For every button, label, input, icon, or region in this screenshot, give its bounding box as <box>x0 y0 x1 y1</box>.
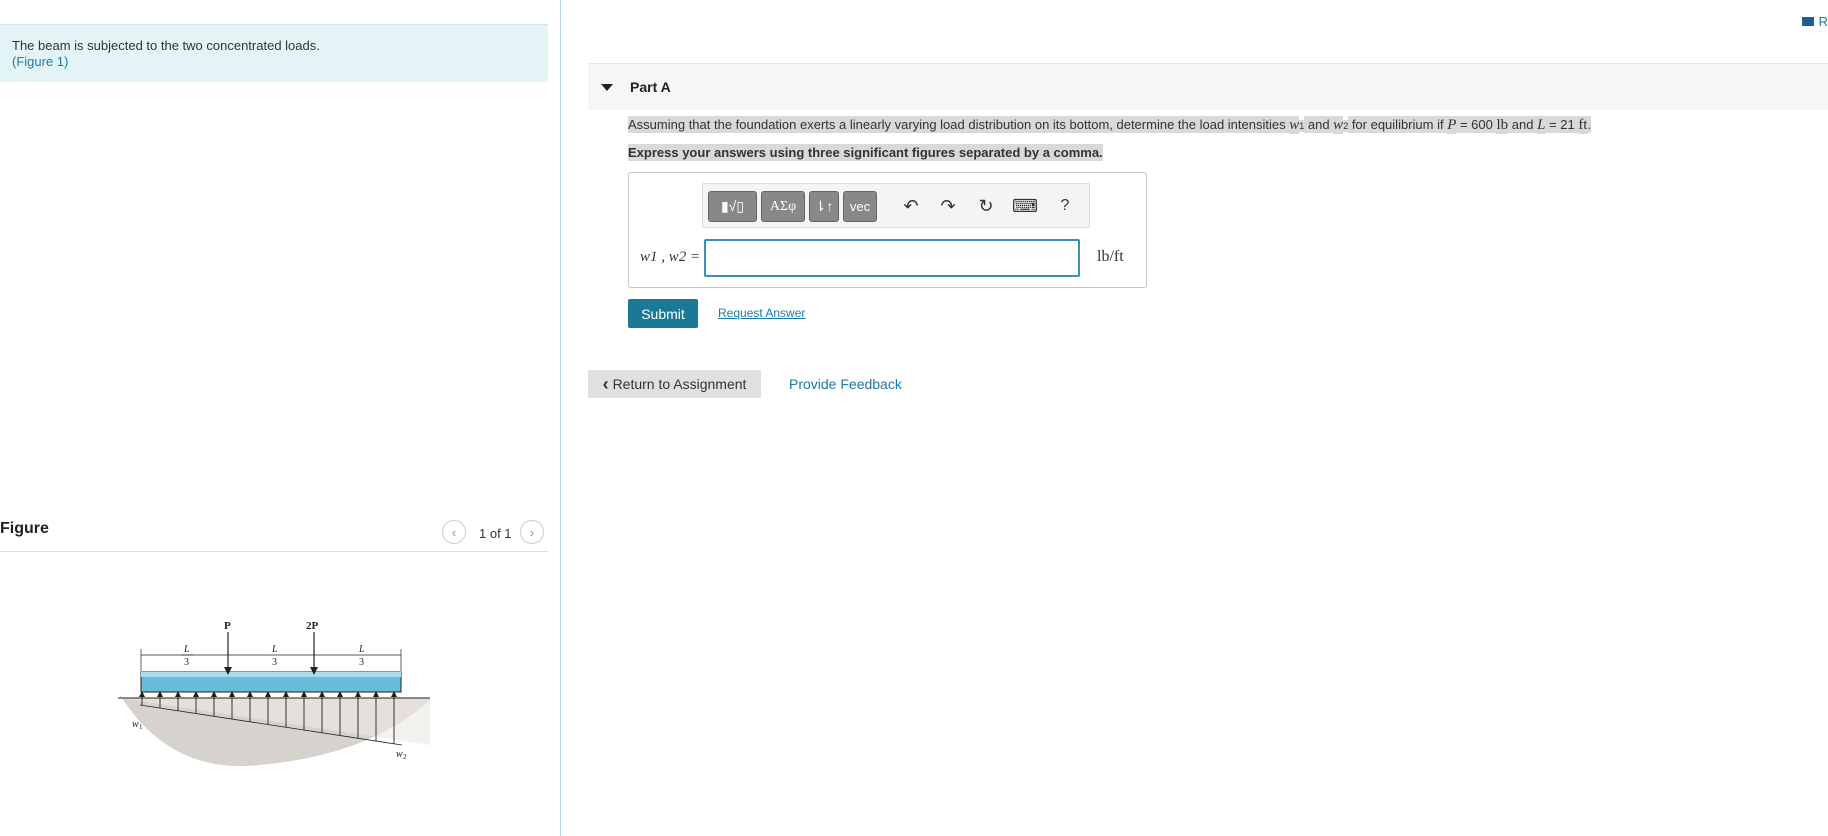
return-label: Return to Assignment <box>612 376 747 392</box>
label-l2: L <box>271 644 278 655</box>
part-a-header[interactable]: Part A <box>588 63 1828 110</box>
label-p: P <box>224 620 231 632</box>
beam-highlight <box>141 672 401 677</box>
arrows-button[interactable]: ⇂↑ <box>809 191 839 222</box>
question-t3: for equilibrium if <box>1348 116 1448 133</box>
provide-feedback-link[interactable]: Provide Feedback <box>789 376 902 392</box>
question-lb: lb <box>1496 116 1509 134</box>
vec-button[interactable]: vec <box>843 191 877 222</box>
question-t7: . <box>1587 116 1592 133</box>
redo-icon: ↷ <box>940 195 956 216</box>
request-answer-link[interactable]: Request Answer <box>718 306 805 320</box>
chevron-left-icon: ‹ <box>451 524 457 540</box>
question-p: P <box>1447 116 1457 134</box>
greek-icon: ΑΣφ <box>769 198 797 214</box>
redo-button[interactable]: ↷ <box>934 192 962 220</box>
label-l1: L <box>183 644 190 655</box>
problem-intro: The beam is subjected to the two concent… <box>0 24 548 82</box>
right-edge-link[interactable]: R <box>1801 14 1828 29</box>
pane-divider <box>560 0 561 836</box>
label-w2-sub: 2 <box>403 753 407 761</box>
undo-icon: ↶ <box>903 195 919 216</box>
answer-unit: lb/ft <box>1097 248 1124 265</box>
question-t6: = 21 <box>1545 116 1579 133</box>
chevron-left-icon: ‹ <box>602 374 609 394</box>
label-three2: 3 <box>272 657 277 668</box>
intro-text-block: The beam is subjected to the two concent… <box>12 38 320 70</box>
left-pane: The beam is subjected to the two concent… <box>0 0 561 836</box>
figure-link[interactable]: Figure 1 <box>16 54 64 69</box>
label-w1: w <box>132 719 139 730</box>
label-l3: L <box>358 644 365 655</box>
label-w2: w <box>396 749 403 760</box>
label-2p: 2P <box>306 620 319 632</box>
keyboard-icon: ⌨ <box>1012 195 1038 216</box>
question-w1: w <box>1289 116 1300 134</box>
question-t5: and <box>1508 116 1538 133</box>
greek-button[interactable]: ΑΣφ <box>761 191 805 222</box>
answer-input[interactable] <box>704 239 1080 277</box>
return-to-assignment-button[interactable]: ‹ Return to Assignment <box>588 370 761 398</box>
beam-figure: P 2P L 3 L 3 L 3 w 1 w 2 <box>118 620 430 767</box>
question-instruction: Express your answers using three signifi… <box>628 144 1103 161</box>
label-w1-sub: 1 <box>139 723 143 731</box>
arrows-icon: ⇂↑ <box>814 198 834 214</box>
undo-button[interactable]: ↶ <box>897 192 925 220</box>
help-button[interactable]: ? <box>1051 192 1079 220</box>
part-a-label: Part A <box>630 79 671 95</box>
question-text: Assuming that the foundation exerts a li… <box>628 116 1592 134</box>
label-three1: 3 <box>184 657 189 668</box>
templates-icon: ▮√▯ <box>720 198 745 214</box>
figure-pager: 1 of 1 <box>479 526 512 541</box>
reset-button[interactable]: ↻ <box>972 192 1000 220</box>
prev-figure-button[interactable]: ‹ <box>442 520 466 544</box>
triangle-down-icon[interactable] <box>601 84 613 91</box>
intro-text: The beam is subjected to the two concent… <box>12 38 320 53</box>
help-icon: ? <box>1060 197 1070 214</box>
figure-divider <box>0 551 548 552</box>
question-t2: and <box>1304 116 1334 133</box>
book-icon <box>1801 17 1814 26</box>
chevron-right-icon: › <box>529 524 535 540</box>
question-w2: w <box>1333 116 1344 134</box>
right-edge-label: R <box>1818 14 1828 29</box>
reset-icon: ↻ <box>978 195 994 216</box>
question-t4: = 600 <box>1456 116 1497 133</box>
vec-icon: vec <box>849 199 871 214</box>
next-figure-button[interactable]: › <box>520 520 544 544</box>
answer-label: w1 , w2 = <box>640 249 701 265</box>
question-t1: Assuming that the foundation exerts a li… <box>628 116 1290 133</box>
keyboard-button[interactable]: ⌨ <box>1011 192 1039 220</box>
label-three3: 3 <box>359 657 364 668</box>
submit-button[interactable]: Submit <box>628 299 698 328</box>
figure-link-close: ) <box>64 54 69 69</box>
figure-title: Figure <box>0 520 49 537</box>
templates-button[interactable]: ▮√▯ <box>708 191 757 222</box>
math-toolbar: ▮√▯ ΑΣφ ⇂↑ vec ↶ ↷ ↻ ⌨ ? <box>702 183 1090 228</box>
